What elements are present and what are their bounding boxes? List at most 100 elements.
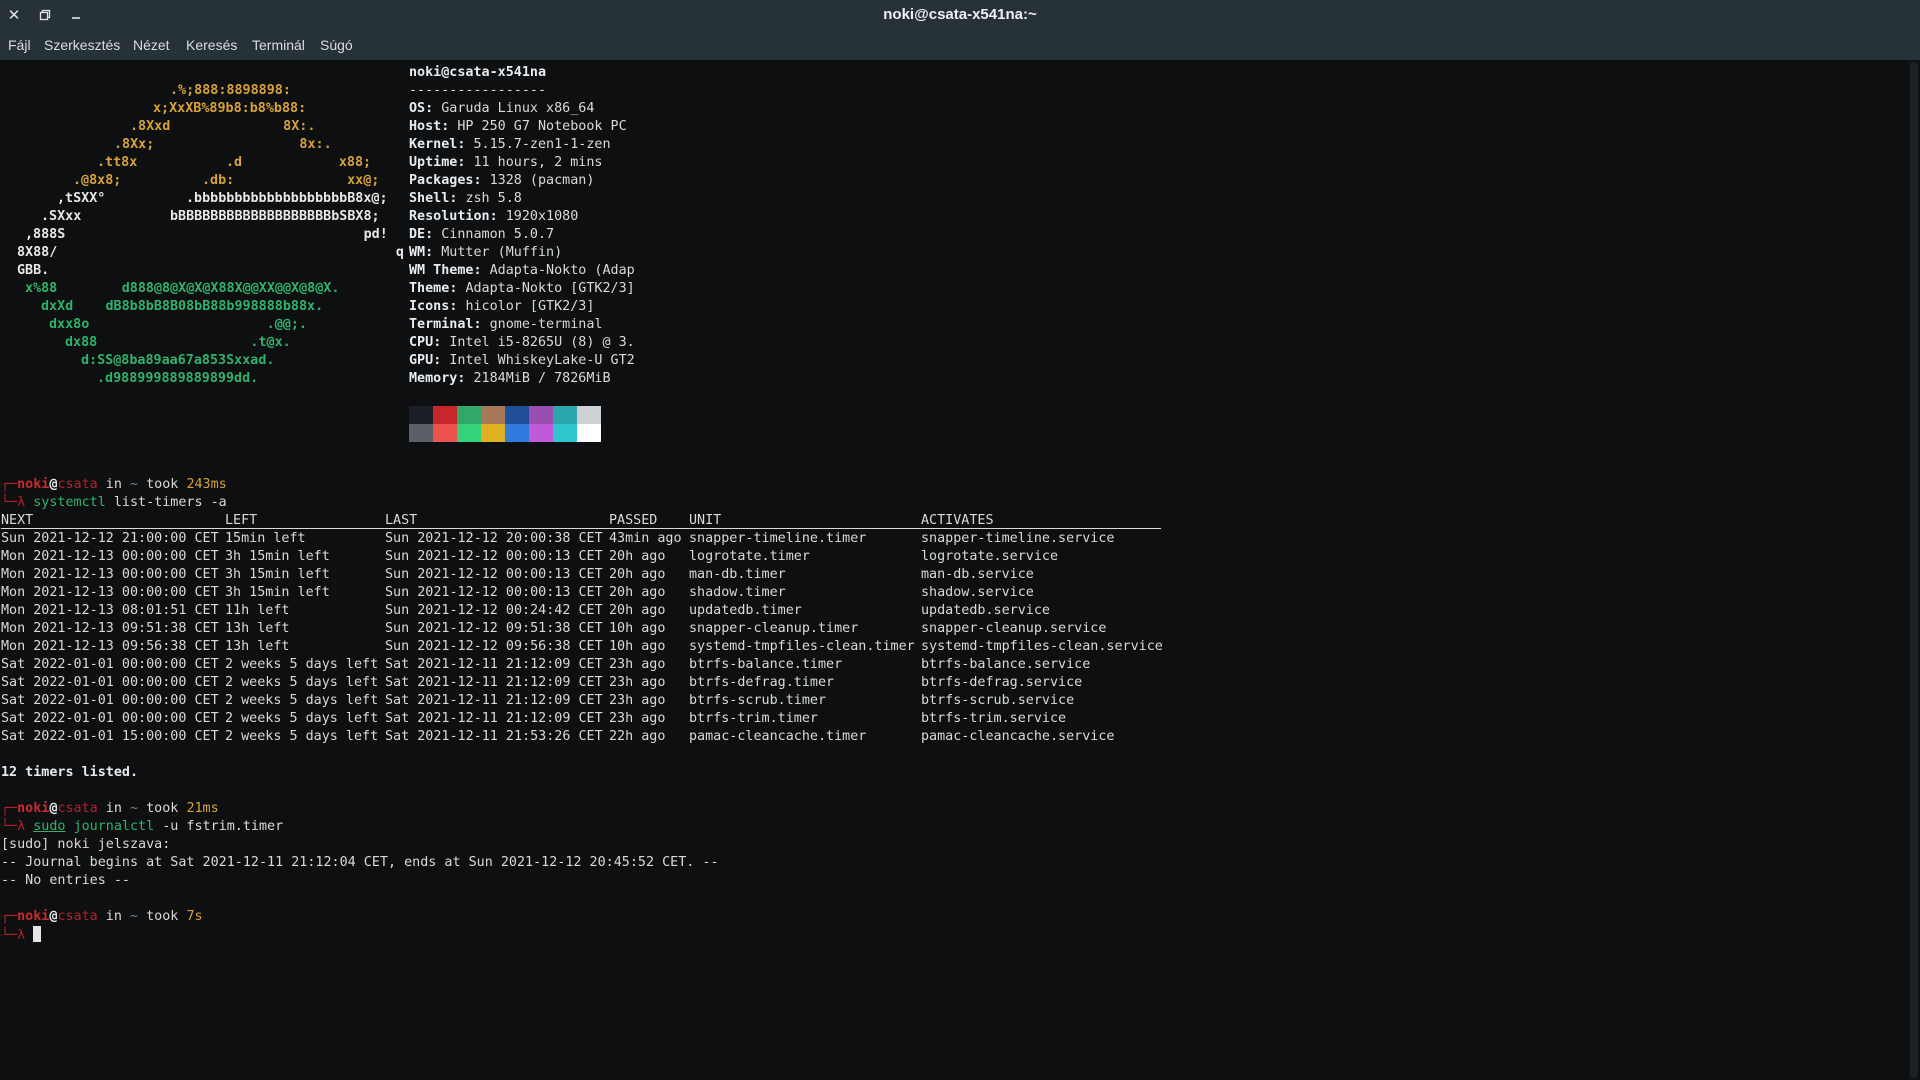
info-host: Host: HP 250 G7 Notebook PC <box>409 119 627 134</box>
info-wm-theme: WM Theme: Adapta-Nokto (Adap <box>409 263 635 278</box>
table-cell: pamac-cleancache.timer <box>689 729 867 744</box>
table-cell: logrotate.service <box>921 549 1059 564</box>
table-cell: 10h ago <box>609 639 666 654</box>
palette-swatch <box>529 424 553 442</box>
info-icons: Icons: hicolor [GTK2/3] <box>409 299 595 314</box>
table-cell: 22h ago <box>609 729 666 744</box>
prompt-line: ┌─noki@csata in ~ took 7s <box>1 909 203 924</box>
logo-line: 8X88/ q <box>17 245 404 260</box>
table-cell: Mon 2021-12-13 09:51:38 CET <box>1 621 219 636</box>
info-terminal: Terminal: gnome-terminal <box>409 317 603 332</box>
command-line[interactable]: └─λ <box>1 926 42 944</box>
palette-swatch <box>553 406 577 424</box>
scrollbar-thumb[interactable] <box>1910 62 1918 1078</box>
info-theme: Theme: Adapta-Nokto [GTK2/3] <box>409 281 635 296</box>
table-cell: Sun 2021-12-12 00:00:13 CET <box>385 549 603 564</box>
terminal-output[interactable]: .%;888:8898898: x;XxXB%89b8:b8%b88: .8Xx… <box>0 60 1908 1080</box>
logo-line: .tt8x .d x88; <box>97 155 372 170</box>
info-wm: WM: Mutter (Muffin) <box>409 245 563 260</box>
table-cell: Sat 2022-01-01 00:00:00 CET <box>1 675 219 690</box>
table-cell: 2 weeks 5 days left <box>225 675 379 690</box>
table-cell: Sun 2021-12-12 20:00:38 CET <box>385 531 603 546</box>
menu-terminal[interactable]: Terminál <box>252 37 305 53</box>
table-cell: Sun 2021-12-12 00:00:13 CET <box>385 567 603 582</box>
table-cell: man-db.timer <box>689 567 786 582</box>
table-cell: Sun 2021-12-12 09:51:38 CET <box>385 621 603 636</box>
logo-line: .d988999889889899dd. <box>97 371 259 386</box>
table-cell: snapper-timeline.service <box>921 531 1115 546</box>
table-cell: 15min left <box>225 531 306 546</box>
table-cell: Sat 2021-12-11 21:12:09 CET <box>385 711 603 726</box>
logo-line: .@8x8; .db: xx@; <box>73 173 380 188</box>
table-cell: 11h left <box>225 603 290 618</box>
info-packages: Packages: 1328 (pacman) <box>409 173 595 188</box>
command-line: └─λ sudo journalctl -u fstrim.timer <box>1 819 284 834</box>
table-cell: 20h ago <box>609 549 666 564</box>
table-cell: Sat 2021-12-11 21:12:09 CET <box>385 657 603 672</box>
table-cell: Sat 2022-01-01 00:00:00 CET <box>1 693 219 708</box>
table-cell: Mon 2021-12-13 00:00:00 CET <box>1 549 219 564</box>
table-cell: Sat 2022-01-01 00:00:00 CET <box>1 657 219 672</box>
table-cell: 43min ago <box>609 531 682 546</box>
table-cell: Sat 2022-01-01 00:00:00 CET <box>1 711 219 726</box>
logo-line: d:SS@8ba89aa67a853Sxxad. <box>81 353 275 368</box>
table-cell: Sat 2021-12-11 21:12:09 CET <box>385 675 603 690</box>
palette-swatch <box>577 406 601 424</box>
info-cpu: CPU: Intel i5-8265U (8) @ 3. <box>409 335 635 350</box>
table-cell: updatedb.timer <box>689 603 802 618</box>
neofetch-user-host: noki@csata-x541na <box>409 65 547 80</box>
table-cell: snapper-timeline.timer <box>689 531 867 546</box>
table-cell: 23h ago <box>609 657 666 672</box>
palette-swatch <box>457 406 481 424</box>
table-cell: 2 weeks 5 days left <box>225 693 379 708</box>
info-de: DE: Cinnamon 5.0.7 <box>409 227 555 242</box>
menu-edit[interactable]: Szerkesztés <box>44 37 120 53</box>
table-cell: Sun 2021-12-12 00:00:13 CET <box>385 585 603 600</box>
info-uptime: Uptime: 11 hours, 2 mins <box>409 155 603 170</box>
info-shell: Shell: zsh 5.8 <box>409 191 522 206</box>
table-cell: 3h 15min left <box>225 549 330 564</box>
table-cell: Mon 2021-12-13 09:56:38 CET <box>1 639 219 654</box>
scrollbar[interactable] <box>1908 60 1920 1080</box>
table-cell: snapper-cleanup.timer <box>689 621 859 636</box>
output-line: -- No entries -- <box>1 873 130 888</box>
table-cell: pamac-cleancache.service <box>921 729 1115 744</box>
menu-file[interactable]: Fájl <box>8 37 31 53</box>
palette-swatch <box>409 406 433 424</box>
table-cell: btrfs-balance.service <box>921 657 1091 672</box>
palette-swatch <box>433 424 457 442</box>
table-cell: 23h ago <box>609 693 666 708</box>
table-cell: logrotate.timer <box>689 549 810 564</box>
prompt-line: ┌─noki@csata in ~ took 21ms <box>1 801 219 816</box>
command-line: └─λ systemctl list-timers -a <box>1 495 227 510</box>
timers-summary: 12 timers listed. <box>1 765 139 780</box>
table-cell: btrfs-trim.timer <box>689 711 818 726</box>
table-cell: 13h left <box>225 639 290 654</box>
table-cell: 23h ago <box>609 675 666 690</box>
table-cell: 23h ago <box>609 711 666 726</box>
menu-help[interactable]: Súgó <box>320 37 353 53</box>
menu-search[interactable]: Keresés <box>186 37 237 53</box>
text-cursor <box>33 926 42 942</box>
table-cell: Sun 2021-12-12 21:00:00 CET <box>1 531 219 546</box>
table-cell: shadow.service <box>921 585 1034 600</box>
output-line: [sudo] noki jelszava: <box>1 837 171 852</box>
logo-line: GBB. <box>17 263 50 278</box>
logo-line: dx88 .t@x. <box>65 335 291 350</box>
table-cell: 2 weeks 5 days left <box>225 657 379 672</box>
palette-swatch <box>481 424 505 442</box>
table-cell: 20h ago <box>609 585 666 600</box>
table-cell: Sat 2021-12-11 21:53:26 CET <box>385 729 603 744</box>
info-gpu: GPU: Intel WhiskeyLake-U GT2 <box>409 353 635 368</box>
menu-view[interactable]: Nézet <box>133 37 170 53</box>
table-cell: btrfs-scrub.timer <box>689 693 827 708</box>
palette-swatch <box>505 406 529 424</box>
table-cell: Mon 2021-12-13 00:00:00 CET <box>1 567 219 582</box>
table-cell: snapper-cleanup.service <box>921 621 1107 636</box>
table-cell: 13h left <box>225 621 290 636</box>
table-cell: Sat 2021-12-11 21:12:09 CET <box>385 693 603 708</box>
table-cell: man-db.service <box>921 567 1034 582</box>
table-cell: 3h 15min left <box>225 567 330 582</box>
logo-line: dxXd dB8b8bB8B08bB88b998888b88x. <box>41 299 324 314</box>
table-cell: Mon 2021-12-13 00:00:00 CET <box>1 585 219 600</box>
